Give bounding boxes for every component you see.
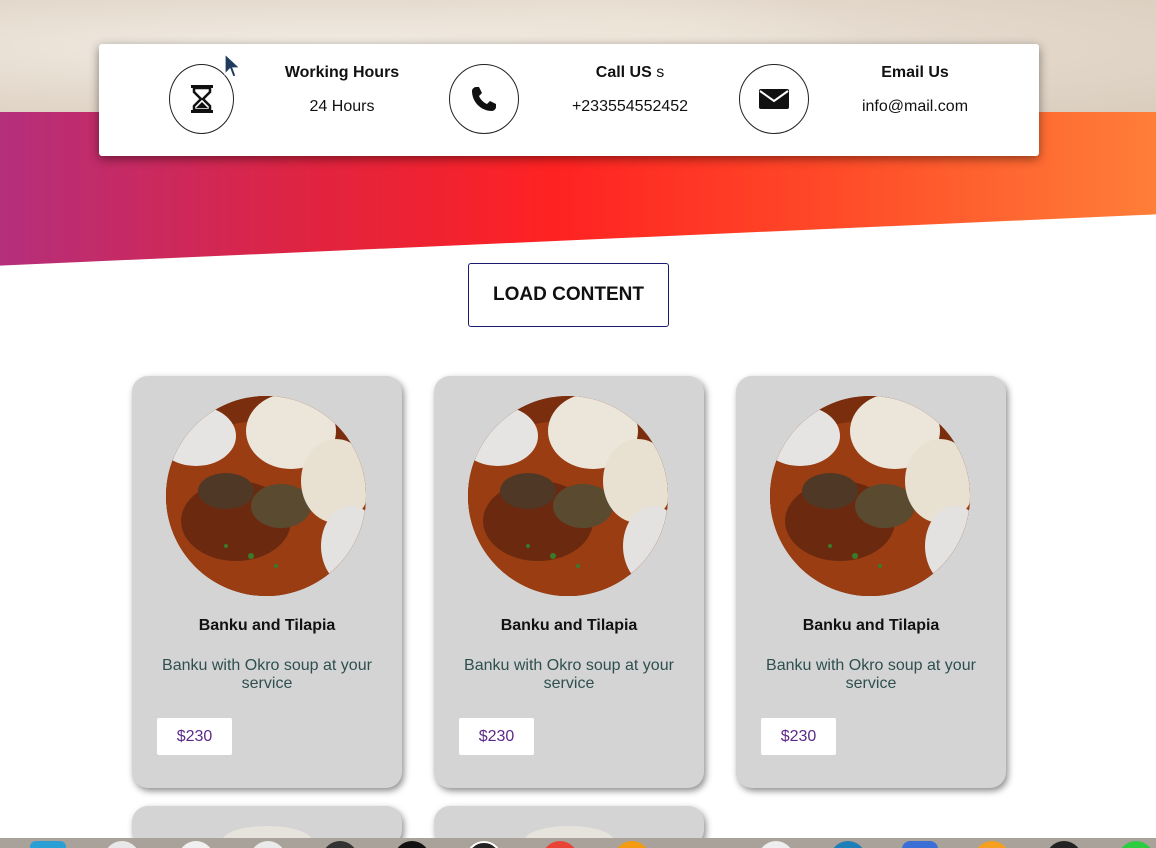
call-us-title: Call US s	[530, 64, 730, 82]
email-us-title: Email Us	[881, 64, 949, 81]
dish-description: Banku with Okro soup at your service	[162, 657, 372, 692]
app-icon[interactable]	[830, 841, 866, 848]
app-icon[interactable]	[394, 841, 430, 848]
price-button[interactable]: $230	[761, 718, 836, 755]
phone-icon	[449, 64, 519, 134]
app-icon[interactable]	[902, 841, 938, 848]
app-icon[interactable]	[758, 841, 794, 848]
mouse-cursor-icon	[224, 52, 242, 84]
working-hours-title: Working Hours	[284, 64, 400, 81]
menu-card: Banku and Tilapia Banku with Okro soup a…	[434, 376, 704, 788]
call-us-title-text: Call US	[595, 64, 652, 81]
app-icon[interactable]	[322, 841, 358, 848]
price-button[interactable]: $230	[157, 718, 232, 755]
dish-title: Banku and Tilapia	[802, 617, 940, 634]
dish-image	[770, 396, 970, 596]
app-icon[interactable]	[178, 841, 214, 848]
dish-description: Banku with Okro soup at your service	[464, 657, 674, 692]
app-icon[interactable]	[614, 841, 650, 848]
app-icon[interactable]	[466, 841, 502, 848]
dish-title: Banku and Tilapia	[198, 617, 336, 634]
working-hours-value: 24 Hours	[309, 98, 375, 115]
load-content-button[interactable]: LOAD CONTENT	[468, 263, 669, 327]
chrome-icon[interactable]	[542, 841, 578, 848]
app-icon[interactable]	[1118, 841, 1154, 848]
app-icon[interactable]	[974, 841, 1010, 848]
call-us-value[interactable]: +233554552452	[530, 98, 730, 116]
system-dock	[0, 838, 1156, 848]
dish-description: Banku with Okro soup at your service	[766, 657, 976, 692]
app-icon[interactable]	[1046, 841, 1082, 848]
menu-card: Banku and Tilapia Banku with Okro soup a…	[132, 376, 402, 788]
menu-card: Banku and Tilapia Banku with Okro soup a…	[736, 376, 1006, 788]
call-us-title-suffix: s	[656, 64, 665, 81]
finder-icon[interactable]	[30, 841, 66, 848]
dish-image	[468, 396, 668, 596]
app-icon[interactable]	[250, 841, 286, 848]
envelope-icon	[739, 64, 809, 134]
price-button[interactable]: $230	[459, 718, 534, 755]
dish-title: Banku and Tilapia	[500, 617, 638, 634]
safari-icon[interactable]	[104, 841, 140, 848]
dish-image	[166, 396, 366, 596]
email-us-value[interactable]: info@mail.com	[815, 98, 1015, 116]
